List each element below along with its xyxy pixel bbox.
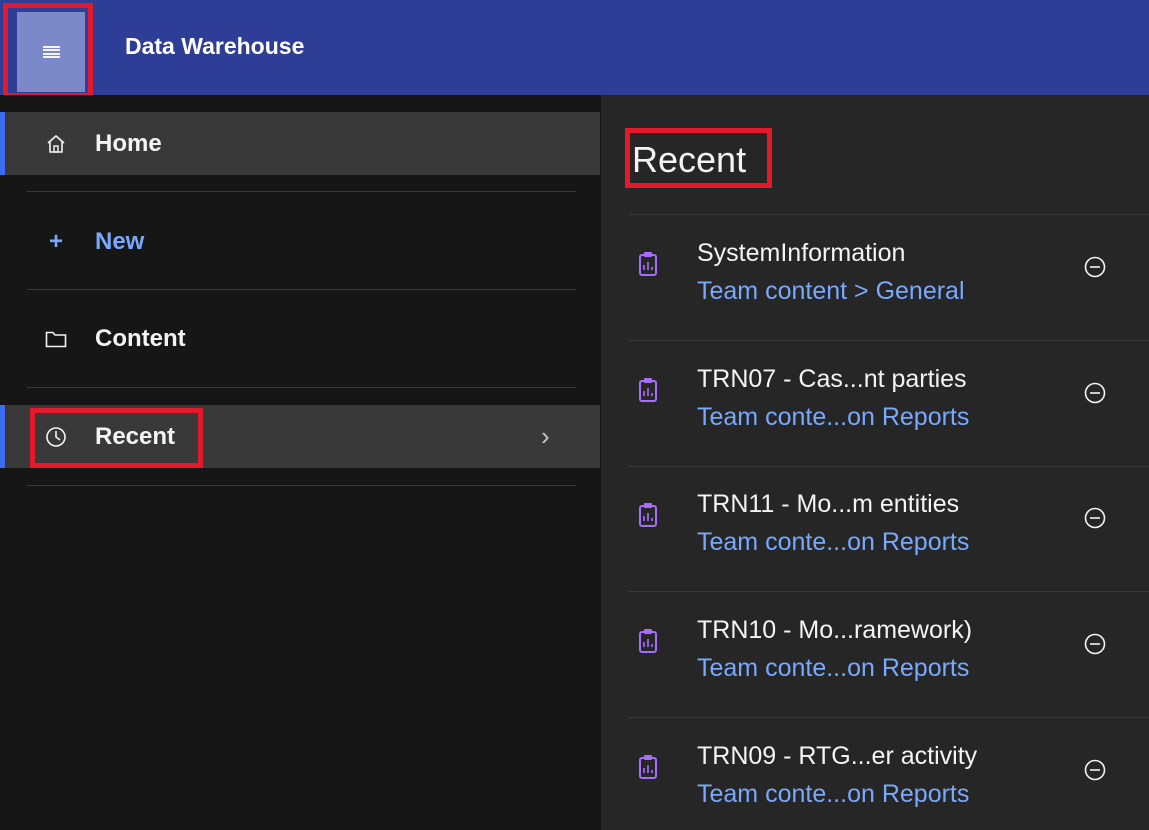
nav-divider — [27, 289, 576, 290]
item-path[interactable]: Team conte...on Reports — [697, 654, 969, 683]
nav-divider — [27, 485, 576, 486]
remove-icon[interactable] — [1083, 632, 1107, 656]
hamburger-menu-button[interactable] — [17, 12, 85, 92]
remove-icon[interactable] — [1083, 381, 1107, 405]
nav-label-new: New — [95, 227, 145, 255]
item-name[interactable]: TRN10 - Mo...ramework) — [697, 616, 972, 645]
nav-item-content[interactable]: Content — [0, 307, 600, 370]
hamburger-icon — [42, 45, 60, 59]
app-title: Data Warehouse — [125, 33, 305, 59]
remove-icon[interactable] — [1083, 506, 1107, 530]
home-icon — [45, 133, 67, 155]
item-name[interactable]: TRN09 - RTG...er activity — [697, 742, 977, 771]
item-path[interactable]: Team conte...on Reports — [697, 528, 969, 557]
nav-label-home: Home — [95, 129, 162, 157]
nav-divider — [27, 191, 576, 192]
recent-panel: Recent SystemInformation Team content > … — [601, 95, 1149, 830]
side-navigation: Home + New Content Recent › — [0, 95, 601, 830]
report-icon — [639, 503, 657, 527]
chevron-right-icon: › — [541, 421, 550, 451]
nav-divider — [27, 387, 576, 388]
remove-icon[interactable] — [1083, 758, 1107, 782]
report-icon — [639, 629, 657, 653]
app-header: Data Warehouse — [0, 0, 1149, 98]
recent-item[interactable]: TRN10 - Mo...ramework) Team conte...on R… — [601, 592, 1149, 717]
recent-item[interactable]: SystemInformation Team content > General — [601, 215, 1149, 340]
item-path[interactable]: Team content > General — [697, 277, 965, 306]
remove-icon[interactable] — [1083, 255, 1107, 279]
nav-label-content: Content — [95, 324, 186, 352]
nav-item-home[interactable]: Home — [0, 112, 600, 175]
title-highlight-box — [625, 128, 772, 188]
recent-highlight-box — [30, 408, 203, 468]
item-path[interactable]: Team conte...on Reports — [697, 780, 969, 809]
report-icon — [639, 252, 657, 276]
item-name[interactable]: TRN11 - Mo...m entities — [697, 490, 959, 519]
nav-item-new[interactable]: + New — [0, 210, 600, 273]
report-icon — [639, 378, 657, 402]
recent-item[interactable]: TRN11 - Mo...m entities Team conte...on … — [601, 466, 1149, 591]
folder-icon — [45, 328, 67, 350]
plus-icon: + — [48, 227, 63, 255]
recent-item[interactable]: TRN09 - RTG...er activity Team conte...o… — [601, 718, 1149, 830]
menu-highlight-box — [3, 3, 93, 98]
recent-item[interactable]: TRN07 - Cas...nt parties Team conte...on… — [601, 341, 1149, 466]
item-path[interactable]: Team conte...on Reports — [697, 403, 969, 432]
item-name[interactable]: TRN07 - Cas...nt parties — [697, 365, 967, 394]
report-icon — [639, 755, 657, 779]
item-name[interactable]: SystemInformation — [697, 239, 905, 268]
